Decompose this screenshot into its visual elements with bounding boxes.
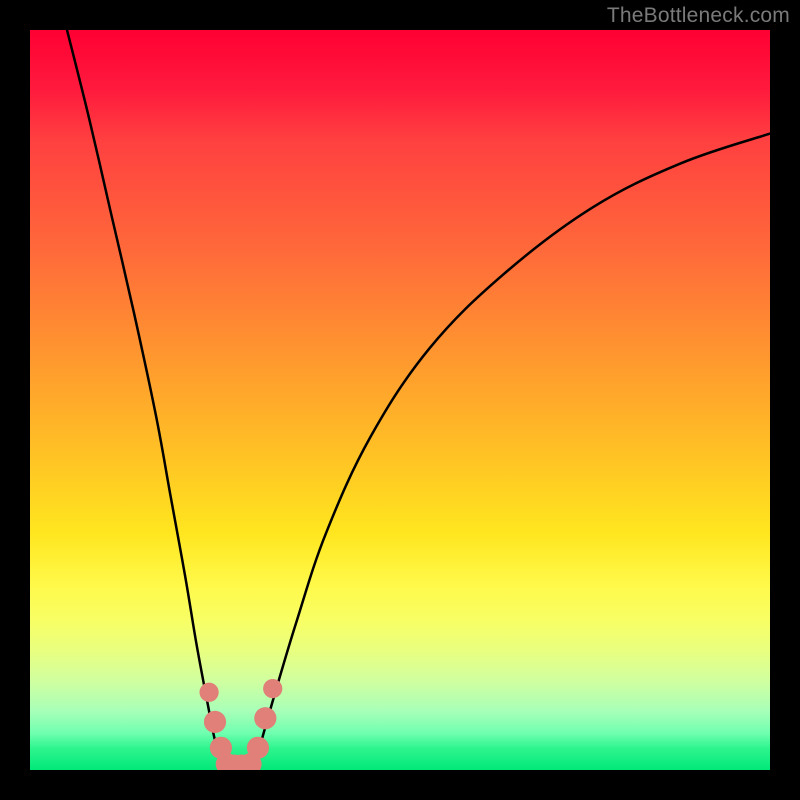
curve-right-branch [252,134,770,770]
chart-frame: TheBottleneck.com [0,0,800,800]
valley-marker [204,711,226,733]
watermark-text: TheBottleneck.com [607,4,790,28]
valley-marker [263,679,282,698]
plot-area [30,30,770,770]
valley-marker [247,737,269,759]
valley-marker [254,707,276,729]
valley-marker [199,683,218,702]
curve-left-branch [67,30,226,770]
bottleneck-curve [30,30,770,770]
